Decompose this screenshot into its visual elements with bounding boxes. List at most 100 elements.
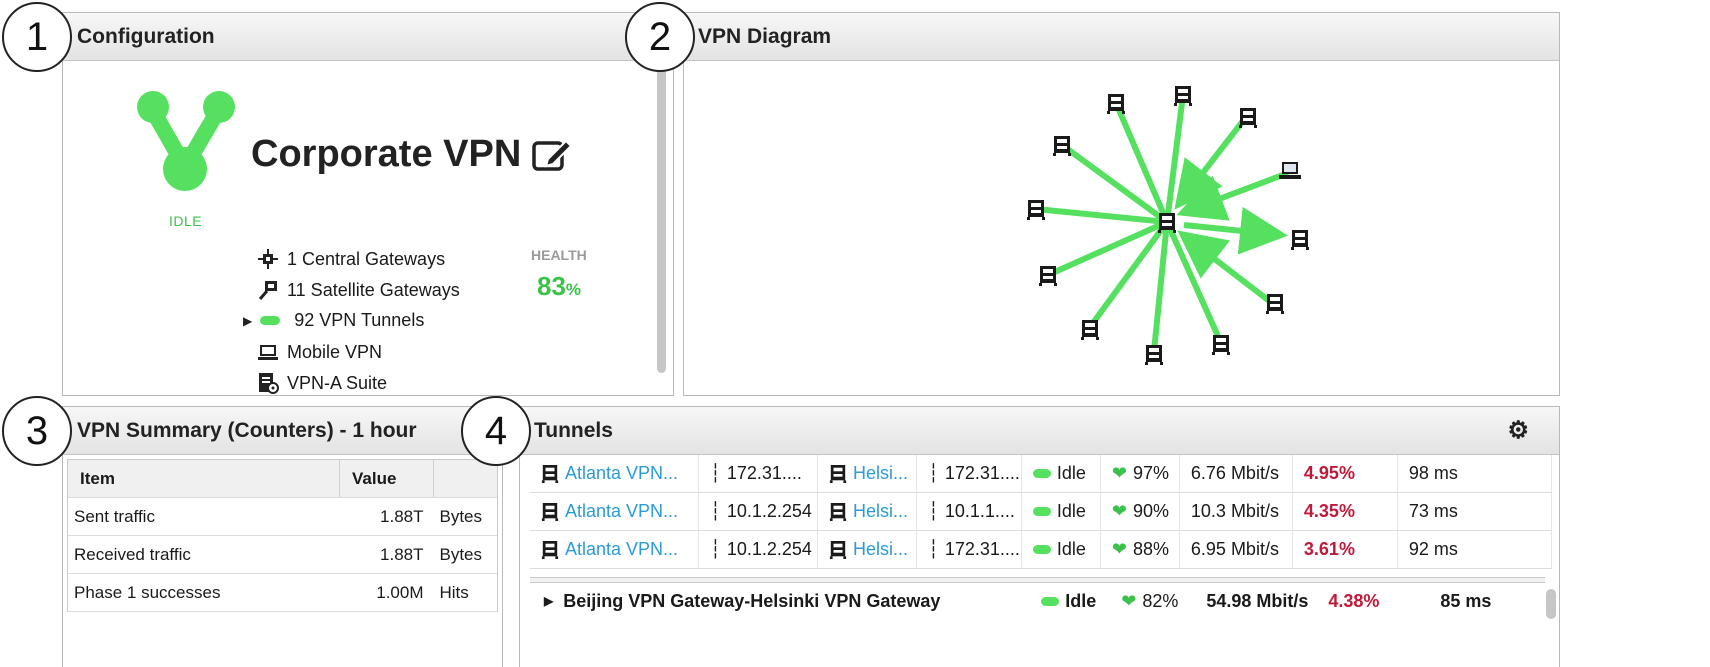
source-gateway-link[interactable]: Atlanta VPN... bbox=[565, 539, 678, 560]
health-text: 97% bbox=[1133, 463, 1170, 483]
gateway-node[interactable] bbox=[1053, 136, 1071, 156]
mobile-vpn-item[interactable]: Mobile VPN bbox=[257, 341, 382, 363]
gateway-node[interactable] bbox=[1039, 266, 1057, 286]
vpn-status-label: IDLE bbox=[169, 213, 203, 229]
heart-icon: ❤ bbox=[1121, 590, 1137, 611]
group-status: Idle bbox=[1065, 590, 1097, 611]
tunnel-row[interactable]: Atlanta VPN... ┆ 10.1.2.254 Helsi... ┆ 10.… bbox=[530, 492, 1553, 531]
gateway-node[interactable] bbox=[1158, 213, 1176, 233]
gateway-node[interactable] bbox=[1291, 230, 1309, 250]
unit-cell: Hits bbox=[433, 573, 497, 612]
tunnels-panel: Tunnels ⚙ Atlanta VPN... ┆ 172.31.... Hel… bbox=[519, 406, 1560, 667]
table-row[interactable]: Phase 1 successes 1.00M Hits bbox=[68, 573, 497, 612]
unit-column-header bbox=[433, 460, 497, 498]
tunnel-group-row[interactable]: ▶ Beijing VPN Gateway-Helsinki VPN Gatew… bbox=[530, 583, 1534, 619]
item-cell: Sent traffic bbox=[68, 497, 340, 536]
rate-text: 10.3 Mbit/s bbox=[1190, 501, 1279, 521]
gateway-node[interactable] bbox=[1107, 94, 1125, 114]
endpoint-icon: ┆ bbox=[710, 501, 721, 521]
unit-cell: Bytes bbox=[433, 535, 497, 574]
health-label: HEALTH bbox=[531, 247, 587, 263]
mobile-vpn-icon bbox=[258, 345, 278, 360]
unit-cell: Bytes bbox=[433, 497, 497, 536]
settings-gear-icon[interactable]: ⚙ bbox=[1507, 416, 1529, 445]
group-health: 82% bbox=[1142, 590, 1179, 611]
config-scrollbar[interactable] bbox=[657, 69, 666, 373]
configuration-title: Configuration bbox=[77, 24, 215, 48]
tunnel-row[interactable]: Atlanta VPN... ┆ 10.1.2.254 Helsi... ┆ 172… bbox=[530, 530, 1553, 569]
item-cell: Phase 1 successes bbox=[68, 573, 340, 612]
endpoint-icon: ┆ bbox=[928, 539, 939, 559]
dest-ip: 172.31.... bbox=[944, 463, 1020, 483]
source-ip: 10.1.2.254 bbox=[726, 501, 812, 521]
source-gateway-link[interactable]: Atlanta VPN... bbox=[565, 501, 678, 522]
source-gateway-link[interactable]: Atlanta VPN... bbox=[565, 463, 678, 484]
expand-arrow-icon[interactable]: ▶ bbox=[243, 314, 252, 328]
endpoint-icon: ┆ bbox=[710, 539, 721, 559]
tunnels-title: Tunnels bbox=[534, 418, 613, 442]
gateway-icon bbox=[541, 464, 559, 483]
summary-table: Item Value Sent traffic 1.88T Bytes Rece… bbox=[68, 460, 497, 612]
endpoint-icon: ┆ bbox=[928, 501, 939, 521]
value-column-header[interactable]: Value bbox=[339, 460, 434, 498]
latency-text: 98 ms bbox=[1408, 463, 1458, 483]
dest-gateway-link[interactable]: Helsi... bbox=[853, 501, 908, 522]
heart-icon: ❤ bbox=[1111, 539, 1127, 559]
dest-gateway-link[interactable]: Helsi... bbox=[853, 539, 908, 560]
vpn-summary-panel: VPN Summary (Counters) - 1 hour Item Val… bbox=[62, 406, 503, 667]
latency-text: 73 ms bbox=[1408, 501, 1458, 521]
group-latency: 85 ms bbox=[1440, 590, 1492, 611]
group-name: Beijing VPN Gateway-Helsinki VPN Gateway bbox=[563, 590, 941, 611]
vpn-suite-item[interactable]: VPN-A Suite bbox=[257, 372, 387, 394]
group-loss: 4.38% bbox=[1328, 590, 1380, 611]
tunnel-row[interactable]: Atlanta VPN... ┆ 172.31.... Helsi... ┆ 172… bbox=[530, 455, 1553, 493]
vpn-diagram-canvas[interactable] bbox=[684, 61, 1559, 395]
endpoint-icon: ┆ bbox=[710, 463, 721, 483]
loss-text: 3.61% bbox=[1303, 539, 1355, 559]
loss-text: 4.35% bbox=[1303, 501, 1355, 521]
gateway-icon bbox=[829, 540, 847, 559]
vpn-diagram-header: VPN Diagram bbox=[684, 13, 1559, 61]
vpn-summary-title: VPN Summary (Counters) - 1 hour bbox=[77, 418, 417, 442]
dest-ip: 172.31.... bbox=[944, 539, 1020, 559]
central-gateways-item[interactable]: 1 Central Gateways bbox=[257, 248, 445, 270]
health-text: 90% bbox=[1133, 501, 1170, 521]
gateway-node[interactable] bbox=[1027, 200, 1045, 220]
dest-gateway-link[interactable]: Helsi... bbox=[853, 463, 908, 484]
gateway-node[interactable] bbox=[1145, 345, 1163, 365]
gateway-node[interactable] bbox=[1266, 294, 1284, 314]
satellite-gateway-icon bbox=[258, 281, 277, 300]
status-indicator bbox=[1032, 507, 1051, 516]
latency-text: 92 ms bbox=[1408, 539, 1458, 559]
gateway-node[interactable] bbox=[1174, 86, 1192, 106]
health-text: 88% bbox=[1133, 539, 1170, 559]
item-column-header[interactable]: Item bbox=[68, 460, 340, 498]
callout-3: 3 bbox=[2, 396, 72, 466]
callout-2: 2 bbox=[625, 2, 695, 72]
vpn-tunnel-icon bbox=[260, 316, 281, 325]
vpn-diagram-title: VPN Diagram bbox=[698, 24, 832, 48]
vpn-tunnels-item[interactable]: ▶ 92 VPN Tunnels bbox=[243, 310, 424, 331]
gateway-node[interactable] bbox=[1239, 108, 1257, 128]
mobile-client-node[interactable] bbox=[1279, 162, 1301, 179]
callout-1: 1 bbox=[2, 2, 72, 72]
tunnels-scrollbar[interactable] bbox=[1546, 589, 1556, 619]
tunnels-header: Tunnels ⚙ bbox=[520, 407, 1559, 455]
table-row[interactable]: Received traffic 1.88T Bytes bbox=[68, 535, 497, 574]
satellite-gateways-item[interactable]: 11 Satellite Gateways bbox=[257, 279, 460, 301]
table-row[interactable]: Sent traffic 1.88T Bytes bbox=[68, 497, 497, 536]
vpn-name: Corporate VPN bbox=[251, 133, 522, 175]
status-text: Idle bbox=[1056, 463, 1086, 483]
tunnels-table: Atlanta VPN... ┆ 172.31.... Helsi... ┆ 172… bbox=[530, 455, 1553, 569]
dest-ip: 10.1.1.... bbox=[944, 501, 1015, 521]
callout-4: 4 bbox=[461, 396, 531, 466]
status-text: Idle bbox=[1056, 539, 1086, 559]
rate-text: 6.95 Mbit/s bbox=[1190, 539, 1279, 559]
expand-arrow-icon[interactable]: ▶ bbox=[544, 594, 553, 608]
central-gateways-label: 1 Central Gateways bbox=[287, 248, 446, 269]
heart-icon: ❤ bbox=[1111, 463, 1127, 483]
gateway-node[interactable] bbox=[1081, 320, 1099, 340]
gateway-node[interactable] bbox=[1212, 335, 1230, 355]
edit-icon[interactable] bbox=[531, 135, 573, 175]
status-indicator bbox=[1032, 545, 1051, 554]
